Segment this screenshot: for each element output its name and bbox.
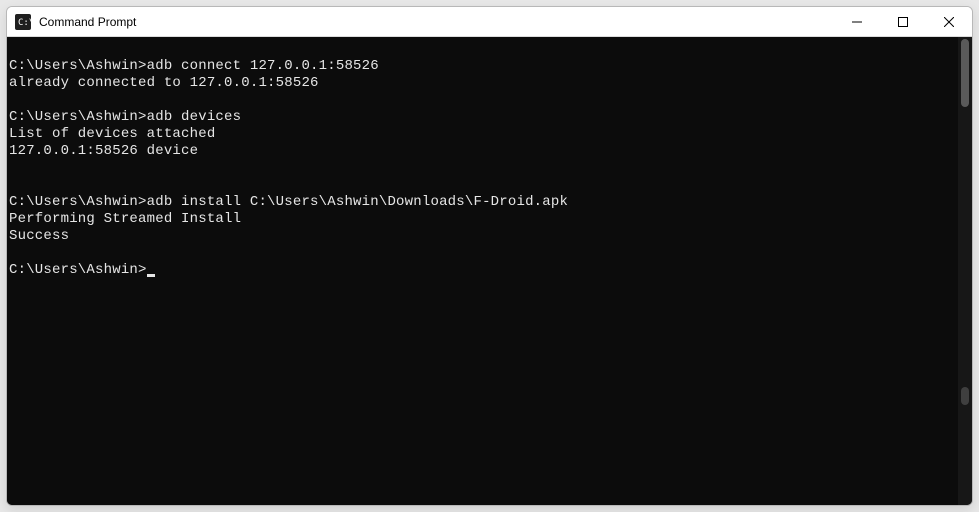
minimize-button[interactable] [834,7,880,36]
terminal-line [9,177,958,194]
terminal-line: already connected to 127.0.0.1:58526 [9,75,958,92]
terminal-line: C:\Users\Ashwin>adb install C:\Users\Ash… [9,194,958,211]
terminal-line: C:\Users\Ashwin> [9,262,958,279]
window-title: Command Prompt [39,15,834,29]
terminal-line [9,245,958,262]
terminal-line: C:\Users\Ashwin>adb connect 127.0.0.1:58… [9,58,958,75]
command-prompt-window: C:\ Command Prompt C:\Users\Ashwin>adb c… [6,6,973,506]
close-button[interactable] [926,7,972,36]
scrollbar-thumb[interactable] [961,39,969,107]
terminal-scrollbar[interactable] [958,37,972,505]
svg-text:C:\: C:\ [18,18,31,28]
terminal-line: List of devices attached [9,126,958,143]
terminal-line: Performing Streamed Install [9,211,958,228]
terminal-area: C:\Users\Ashwin>adb connect 127.0.0.1:58… [7,37,972,505]
cmd-app-icon: C:\ [15,14,31,30]
cursor-icon [147,274,155,277]
terminal-line [9,92,958,109]
terminal-line: C:\Users\Ashwin>adb devices [9,109,958,126]
titlebar[interactable]: C:\ Command Prompt [7,7,972,37]
terminal-line [9,41,958,58]
terminal-line: 127.0.0.1:58526 device [9,143,958,160]
scrollbar-thumb-secondary[interactable] [961,387,969,405]
maximize-button[interactable] [880,7,926,36]
terminal-line [9,160,958,177]
terminal-line: Success [9,228,958,245]
terminal-output[interactable]: C:\Users\Ashwin>adb connect 127.0.0.1:58… [7,37,958,505]
window-controls [834,7,972,36]
